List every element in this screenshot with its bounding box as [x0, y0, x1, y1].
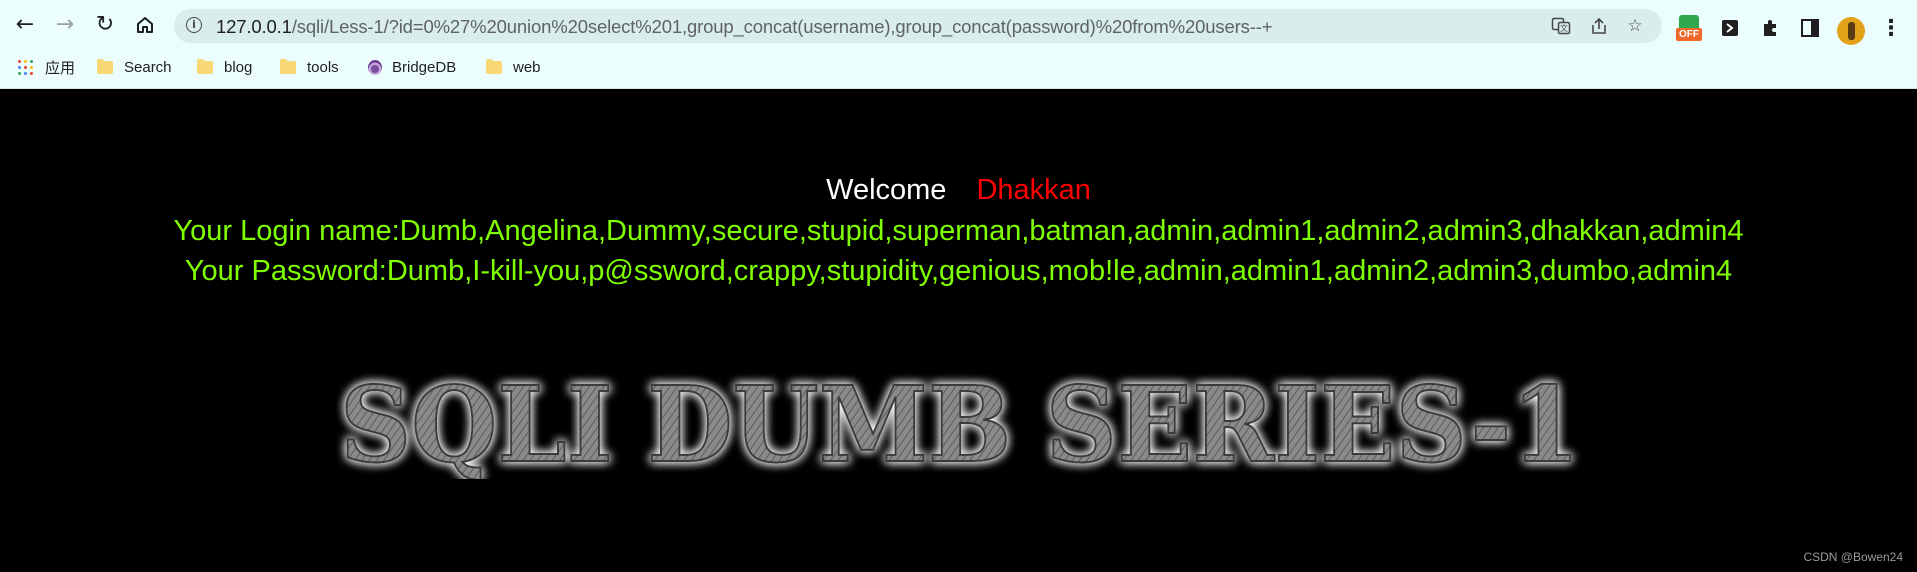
- login-name-result: Your Login name:Dumb,Angelina,Dummy,secu…: [173, 215, 1744, 247]
- url-path: /sqli/Less-1/?id=0%27%20union%20select%2…: [291, 16, 1273, 37]
- bookmark-search[interactable]: Search: [97, 55, 172, 79]
- folder-icon: [197, 58, 213, 74]
- site-info-icon[interactable]: i: [186, 17, 202, 33]
- bookmark-label: blog: [224, 58, 253, 76]
- banner-text: SQLI DUMB SERIES-1: [340, 369, 1580, 479]
- url-text[interactable]: 127.0.0.1/sqli/Less-1/?id=0%27%20union%2…: [216, 16, 1273, 38]
- folder-icon: [280, 58, 296, 74]
- user-name: Dhakkan: [976, 174, 1091, 206]
- bookmark-label: tools: [307, 58, 339, 76]
- bookmark-tools[interactable]: tools: [280, 55, 339, 79]
- share-icon[interactable]: [1588, 15, 1610, 37]
- address-bar[interactable]: i 127.0.0.1/sqli/Less-1/?id=0%27%20union…: [174, 9, 1662, 43]
- browser-chrome: ← → ↻ i 127.0.0.1/sqli/Less-1/?id=0%27%2…: [0, 0, 1917, 89]
- extension-off-label: OFF: [1676, 28, 1702, 41]
- bookmarks-bar: 应用 Search blog tools BridgeDB web: [0, 52, 1917, 82]
- side-panel-icon[interactable]: [1796, 14, 1824, 42]
- bookmark-bridgedb[interactable]: BridgeDB: [368, 55, 456, 79]
- folder-icon: [486, 58, 502, 74]
- profile-avatar[interactable]: [1837, 17, 1865, 45]
- extension-arrow-icon[interactable]: [1716, 14, 1744, 42]
- watermark: CSDN @Bowen24: [1803, 550, 1903, 564]
- welcome-text: Welcome: [826, 174, 947, 206]
- browser-toolbar: ← → ↻ i 127.0.0.1/sqli/Less-1/?id=0%27%2…: [0, 6, 1917, 45]
- bookmark-blog[interactable]: blog: [197, 55, 252, 79]
- reload-icon[interactable]: ↻: [90, 10, 120, 40]
- back-arrow-icon[interactable]: ←: [10, 10, 40, 40]
- bookmark-label: BridgeDB: [392, 58, 457, 76]
- folder-icon: [97, 58, 113, 74]
- url-host: 127.0.0.1: [216, 16, 292, 37]
- extensions-puzzle-icon[interactable]: [1756, 14, 1784, 42]
- page-content: Welcome Dhakkan Your Login name:Dumb,Ange…: [0, 89, 1917, 572]
- bookmark-web[interactable]: web: [486, 55, 541, 79]
- apps-grid-icon: [18, 59, 33, 75]
- password-result: Your Password:Dumb,I-kill-you,p@ssword,c…: [184, 255, 1733, 287]
- bookmark-star-icon[interactable]: ☆: [1624, 15, 1646, 37]
- bookmark-label: web: [513, 58, 541, 76]
- onion-icon: [368, 59, 382, 75]
- extension-off-icon[interactable]: OFF: [1676, 15, 1702, 43]
- translate-icon[interactable]: 文: [1550, 15, 1572, 37]
- svg-text:文: 文: [1560, 23, 1568, 33]
- forward-arrow-icon[interactable]: →: [50, 10, 80, 40]
- welcome-line: Welcome Dhakkan: [0, 173, 1917, 207]
- browser-menu-icon[interactable]: ⋮: [1880, 15, 1902, 43]
- bookmark-label: 应用: [45, 59, 76, 77]
- bookmark-apps[interactable]: 应用: [18, 55, 75, 79]
- sqli-dumb-series-banner: SQLI DUMB SERIES-1: [339, 369, 1581, 479]
- bookmark-label: Search: [124, 58, 172, 76]
- home-icon[interactable]: [130, 10, 160, 40]
